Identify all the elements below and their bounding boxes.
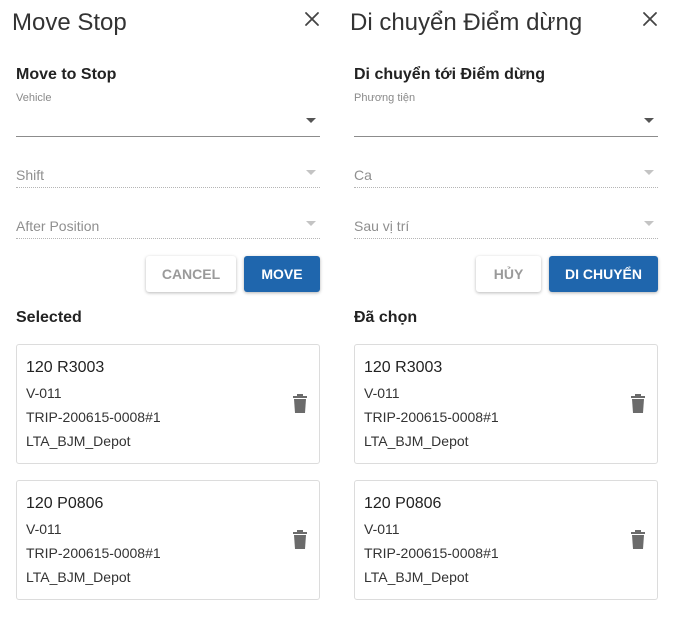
move-stop-dialog-vi: Di chuyển Điểm dừng Di chuyển tới Điểm d… <box>338 0 676 624</box>
stop-code: 120 R3003 <box>364 359 443 376</box>
delete-icon[interactable] <box>291 530 309 550</box>
stop-code: 120 R3003 <box>26 359 105 376</box>
stop-code: 120 P0806 <box>364 495 442 512</box>
stop-trip: TRIP-200615-0008#1 <box>364 409 499 425</box>
cancel-button[interactable]: HỦY <box>476 256 541 292</box>
close-icon[interactable] <box>640 9 660 29</box>
stop-vehicle: V-011 <box>26 521 62 537</box>
dialog-title: Di chuyển Điểm dừng <box>350 9 583 36</box>
selected-stop-card: 120 R3003 V-011 TRIP-200615-0008#1 LTA_B… <box>16 344 320 464</box>
dropdown-arrow-icon <box>644 170 654 175</box>
stop-trip: TRIP-200615-0008#1 <box>364 545 499 561</box>
stop-vehicle: V-011 <box>364 385 400 401</box>
dropdown-arrow-icon <box>306 221 316 226</box>
delete-icon[interactable] <box>629 394 647 414</box>
delete-icon[interactable] <box>629 530 647 550</box>
field-underline <box>16 238 320 239</box>
move-button[interactable]: MOVE <box>244 256 320 292</box>
dropdown-arrow-icon <box>644 118 654 123</box>
delete-icon[interactable] <box>291 394 309 414</box>
move-stop-dialog-en: Move Stop Move to Stop Vehicle Shift Aft… <box>0 0 338 624</box>
stop-trip: TRIP-200615-0008#1 <box>26 545 161 561</box>
stop-trip: TRIP-200615-0008#1 <box>26 409 161 425</box>
shift-select[interactable]: Shift <box>16 164 320 190</box>
after-position-placeholder: After Position <box>16 218 100 234</box>
shift-select[interactable]: Ca <box>354 164 658 190</box>
close-icon[interactable] <box>302 9 322 29</box>
after-position-select[interactable]: After Position <box>16 215 320 241</box>
vehicle-label: Phương tiện <box>354 92 416 104</box>
vehicle-label: Vehicle <box>16 92 52 104</box>
stop-code: 120 P0806 <box>26 495 104 512</box>
selected-stop-card: 120 P0806 V-011 TRIP-200615-0008#1 LTA_B… <box>16 480 320 600</box>
move-button[interactable]: DI CHUYỂN <box>549 256 658 292</box>
stop-vehicle: V-011 <box>364 521 400 537</box>
stop-depot: LTA_BJM_Depot <box>364 569 469 585</box>
field-underline <box>354 187 658 188</box>
vehicle-select[interactable]: Vehicle <box>16 92 320 138</box>
form-subtitle: Move to Stop <box>16 66 117 83</box>
stop-depot: LTA_BJM_Depot <box>26 569 131 585</box>
dropdown-arrow-icon <box>644 221 654 226</box>
selected-heading: Đã chọn <box>354 309 418 326</box>
stop-depot: LTA_BJM_Depot <box>364 433 469 449</box>
field-underline <box>354 136 658 137</box>
selected-stop-card: 120 P0806 V-011 TRIP-200615-0008#1 LTA_B… <box>354 480 658 600</box>
cancel-button[interactable]: CANCEL <box>146 256 236 292</box>
after-position-select[interactable]: Sau vị trí <box>354 215 658 241</box>
field-underline <box>16 136 320 137</box>
form-subtitle: Di chuyển tới Điểm dừng <box>354 66 545 83</box>
selected-stop-card: 120 R3003 V-011 TRIP-200615-0008#1 LTA_B… <box>354 344 658 464</box>
dropdown-arrow-icon <box>306 118 316 123</box>
shift-placeholder: Ca <box>354 167 372 183</box>
field-underline <box>354 238 658 239</box>
stop-depot: LTA_BJM_Depot <box>26 433 131 449</box>
after-position-placeholder: Sau vị trí <box>354 218 410 234</box>
field-underline <box>16 187 320 188</box>
dialog-title: Move Stop <box>12 9 127 36</box>
shift-placeholder: Shift <box>16 167 45 183</box>
vehicle-select[interactable]: Phương tiện <box>354 92 658 138</box>
selected-heading: Selected <box>16 309 82 326</box>
dropdown-arrow-icon <box>306 170 316 175</box>
stop-vehicle: V-011 <box>26 385 62 401</box>
